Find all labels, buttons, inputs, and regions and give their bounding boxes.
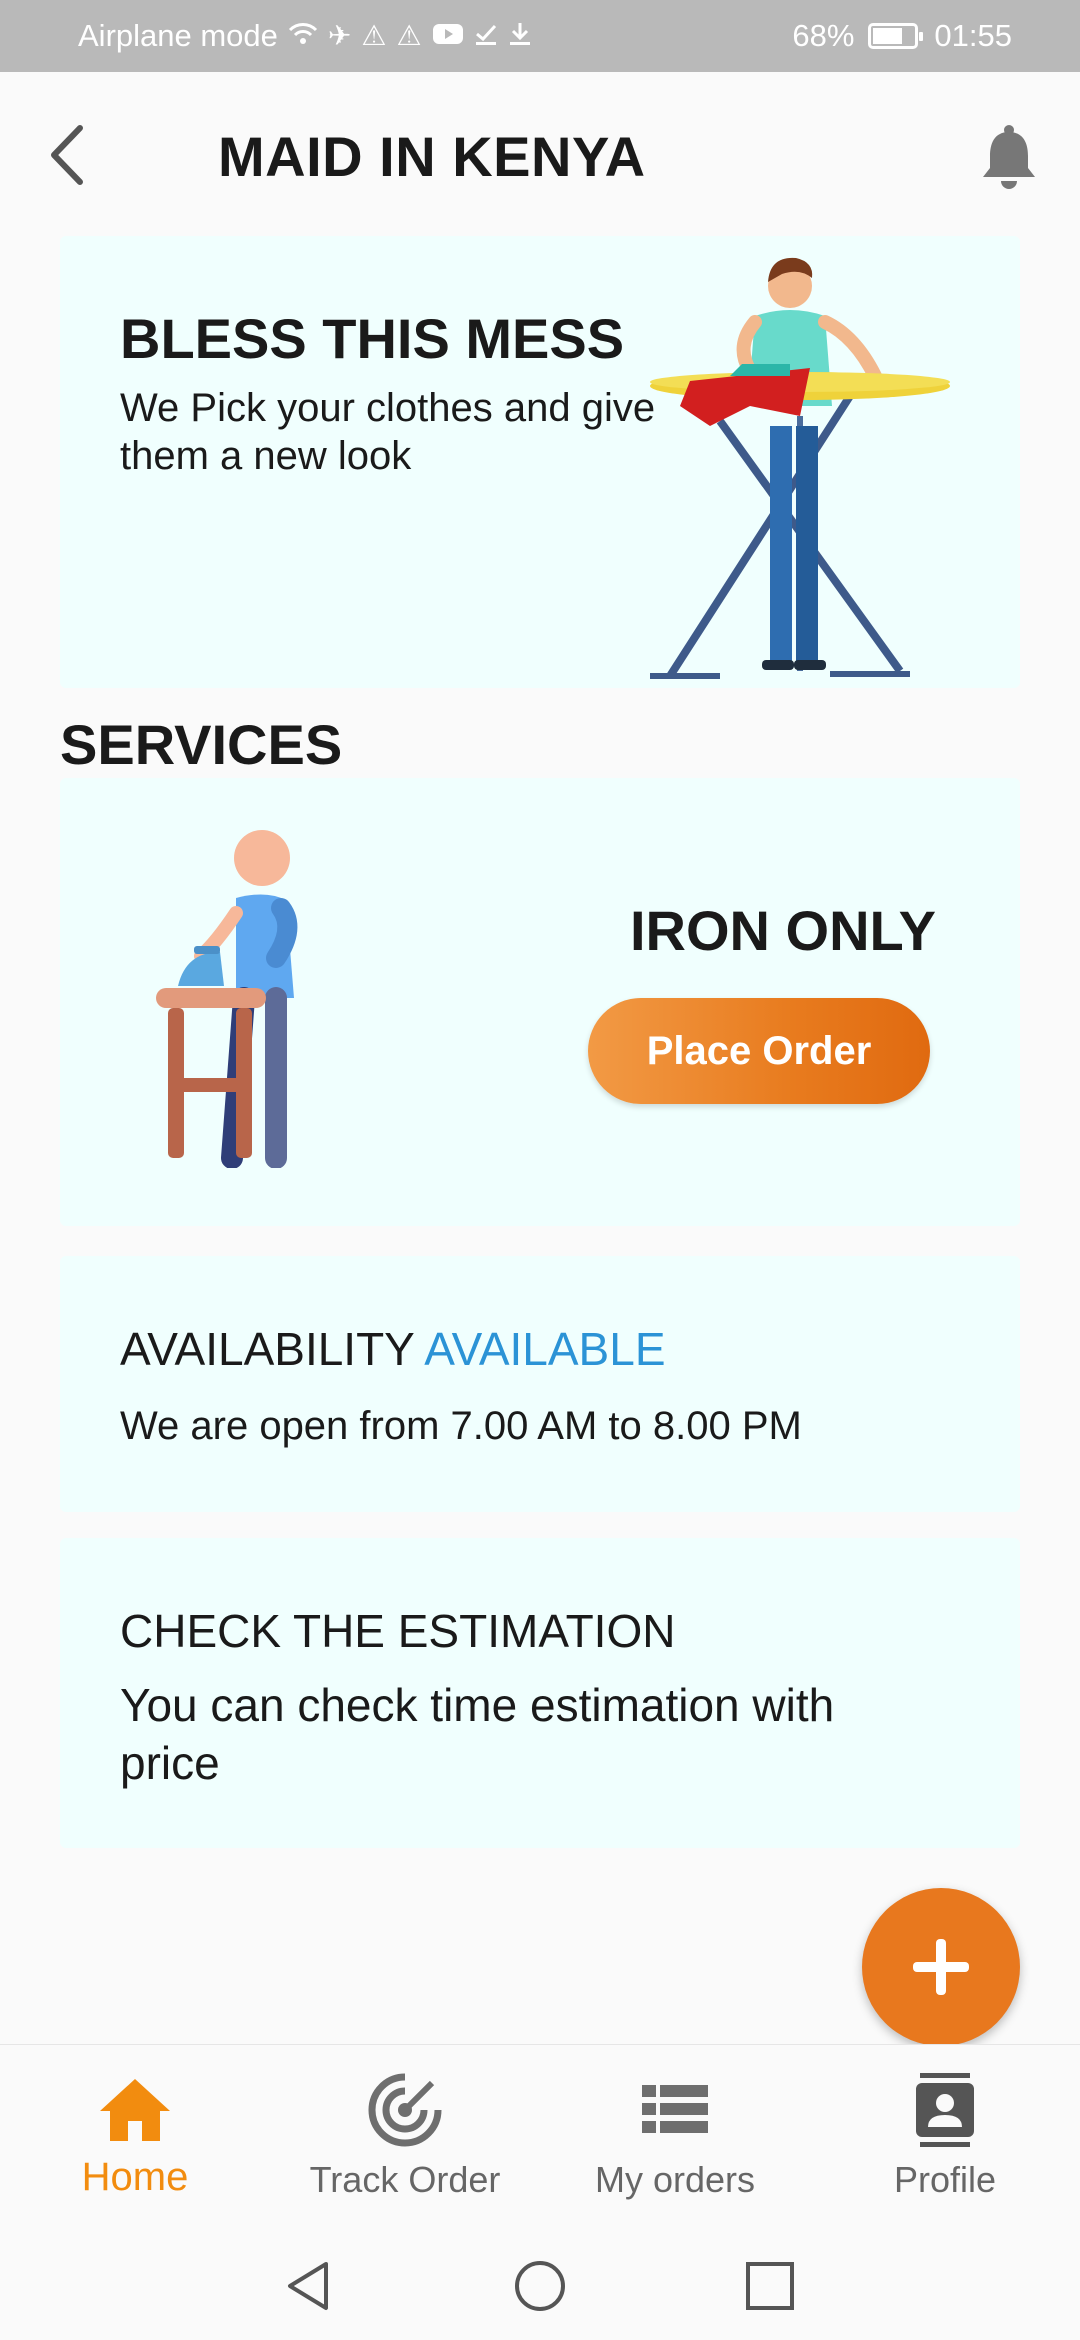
- battery-icon: [868, 23, 924, 49]
- wifi-icon: [288, 21, 318, 52]
- estimation-card[interactable]: CHECK THE ESTIMATION You can check time …: [60, 1538, 1020, 1848]
- add-fab-button[interactable]: [862, 1888, 1020, 2046]
- availability-line: AVAILABILITY AVAILABLE: [120, 1322, 666, 1376]
- bell-icon: [983, 125, 1035, 189]
- airplane-mode-label: Airplane mode: [78, 18, 278, 53]
- plus-icon: [913, 1939, 969, 1995]
- check-icon: [474, 22, 498, 51]
- youtube-icon: [432, 22, 464, 51]
- nav-label-profile: Profile: [893, 2159, 997, 2200]
- download-icon: [508, 21, 532, 52]
- home-icon: [100, 2079, 170, 2141]
- chevron-left-icon: [51, 125, 83, 185]
- nav-item-home[interactable]: Home: [0, 2045, 270, 2231]
- hero-subtitle: We Pick your clothes and give them a new…: [120, 386, 656, 478]
- hero-banner: BLESS THIS MESS We Pick your clothes and…: [60, 236, 1020, 688]
- page-title: MAID IN KENYA: [218, 125, 646, 188]
- nav-item-track-order[interactable]: Track Order: [270, 2045, 540, 2231]
- status-right: 68% 01:55: [792, 18, 1012, 54]
- availability-label: AVAILABILITY: [120, 1323, 415, 1375]
- estimation-text: You can check time estimation with price: [120, 1679, 835, 1789]
- radar-icon: [368, 2073, 442, 2147]
- service-name: IRON ONLY: [630, 899, 936, 962]
- warning-icon: ⚠: [361, 20, 387, 51]
- battery-percent: 68%: [792, 18, 855, 53]
- list-icon: [642, 2085, 708, 2133]
- back-button[interactable]: [44, 120, 92, 190]
- nav-label-my-orders: My orders: [594, 2159, 756, 2200]
- nav-item-profile[interactable]: Profile: [810, 2045, 1080, 2231]
- back-triangle-icon[interactable]: [282, 2258, 338, 2314]
- bottom-navigation: Home Track Order My orders Profile: [0, 2044, 1080, 2230]
- system-navigation-bar: [0, 2230, 1080, 2340]
- app-header: MAID IN KENYA: [0, 72, 1080, 242]
- section-title-services: SERVICES: [60, 713, 343, 776]
- service-card-iron-only[interactable]: IRON ONLY Place Order: [60, 778, 1020, 1226]
- availability-card: AVAILABILITY AVAILABLE We are open from …: [60, 1256, 1020, 1512]
- recents-square-icon[interactable]: [742, 2258, 798, 2314]
- ironing-man-illustration: [650, 257, 950, 679]
- nav-item-my-orders[interactable]: My orders: [540, 2045, 810, 2231]
- clock: 01:55: [934, 18, 1012, 53]
- status-left: Airplane mode ✈ ⚠ ⚠: [78, 18, 532, 54]
- airplane-icon: ✈: [327, 20, 352, 51]
- notification-button[interactable]: [978, 122, 1040, 192]
- hero-title: BLESS THIS MESS: [120, 307, 625, 370]
- profile-icon: [916, 2073, 974, 2147]
- opening-hours: We are open from 7.00 AM to 8.00 PM: [120, 1404, 802, 1448]
- place-order-button[interactable]: Place Order: [588, 998, 930, 1104]
- home-circle-icon[interactable]: [512, 2258, 568, 2314]
- estimation-title: CHECK THE ESTIMATION: [120, 1605, 676, 1657]
- status-bar: Airplane mode ✈ ⚠ ⚠ 68% 01:55: [0, 0, 1080, 72]
- warning-icon: ⚠: [396, 20, 422, 51]
- ironing-person-illustration: [156, 830, 298, 1168]
- nav-label-track-order: Track Order: [309, 2159, 501, 2200]
- nav-label-home: Home: [81, 2155, 189, 2199]
- availability-status: AVAILABLE: [424, 1323, 666, 1375]
